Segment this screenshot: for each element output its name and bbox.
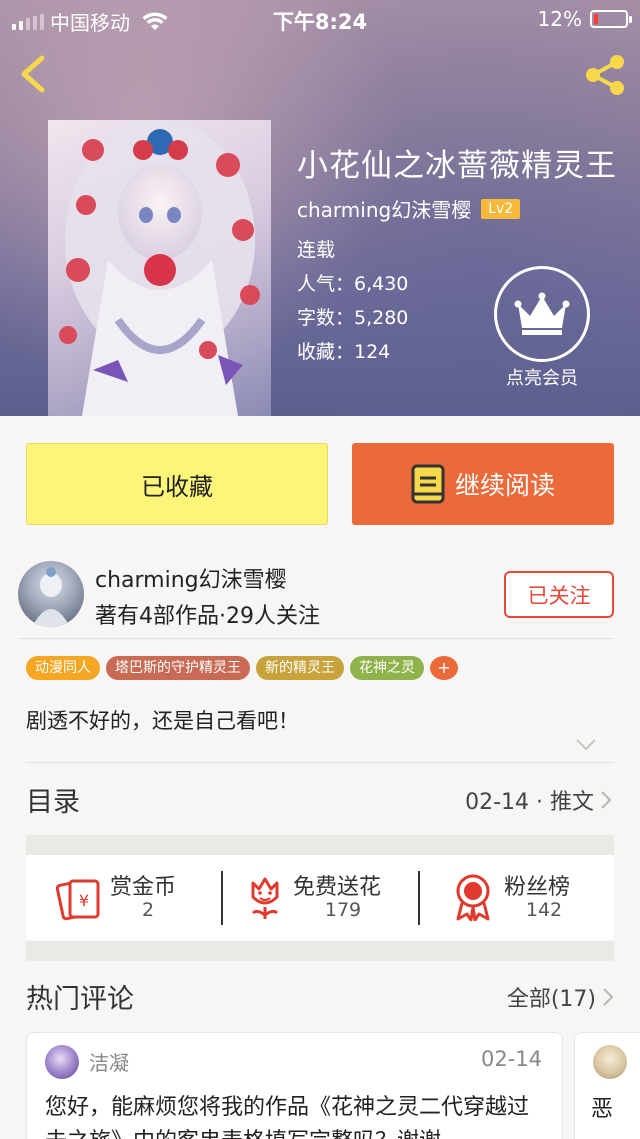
comment-card[interactable]: 洁凝 02-14 您好，能麻烦您将我的作品《花神之灵二代穿越过去之旅》中的客串表… bbox=[26, 1032, 563, 1139]
share-icon[interactable] bbox=[582, 52, 628, 98]
continue-reading-button[interactable]: 继续阅读 bbox=[352, 443, 614, 525]
section-separator bbox=[26, 941, 614, 961]
cover-illustration bbox=[59, 120, 260, 416]
chevron-right-icon bbox=[603, 988, 614, 1006]
add-tag-button[interactable]: + bbox=[430, 656, 458, 680]
tag-item[interactable]: 塔巴斯的守护精灵王 bbox=[106, 656, 250, 680]
author-name[interactable]: charming幻沫雪樱 bbox=[95, 562, 287, 594]
tag-list: 动漫同人 塔巴斯的守护精灵王 新的精灵王 花神之灵 + bbox=[26, 656, 458, 680]
book-header: 中国移动 下午8:24 12% 小花仙之冰蔷薇精灵王 charming幻沫雪樱 … bbox=[0, 0, 640, 416]
battery-icon bbox=[590, 10, 632, 28]
collected-label: 已收藏 bbox=[141, 472, 213, 501]
all-comments-link[interactable]: 全部(17) bbox=[507, 981, 614, 1013]
follow-button[interactable]: 已关注 bbox=[504, 571, 614, 618]
book-icon bbox=[411, 464, 445, 504]
status-bar: 中国移动 下午8:24 12% bbox=[0, 0, 640, 36]
catalog-latest: 02-14 · 推文 bbox=[465, 790, 594, 815]
commenter-avatar[interactable] bbox=[45, 1045, 79, 1079]
battery-percent: 12% bbox=[537, 7, 582, 31]
reward-coins-label: 赏金币 bbox=[110, 875, 177, 900]
reward-coins-value: 2 bbox=[141, 899, 155, 921]
book-author-line: charming幻沫雪樱 Lv2 bbox=[297, 194, 521, 223]
section-separator bbox=[26, 835, 614, 855]
tag-item[interactable]: 新的精灵王 bbox=[256, 656, 344, 680]
send-flower-value: 179 bbox=[324, 899, 362, 921]
collected-button[interactable]: 已收藏 bbox=[26, 443, 328, 525]
vip-button[interactable]: 点亮会员 bbox=[492, 266, 592, 390]
chevron-down-icon[interactable] bbox=[575, 738, 597, 752]
commenter-avatar[interactable] bbox=[593, 1045, 627, 1079]
chevron-right-icon bbox=[601, 791, 612, 809]
comment-card[interactable]: 恶 bbox=[574, 1032, 640, 1139]
follow-label: 已关注 bbox=[527, 583, 591, 608]
crown-icon bbox=[494, 266, 590, 362]
tag-item[interactable]: 动漫同人 bbox=[26, 656, 100, 680]
tag-item[interactable]: 花神之灵 bbox=[350, 656, 424, 680]
all-comments-label: 全部(17) bbox=[506, 987, 596, 1012]
collections-stat: 收藏：124 bbox=[297, 341, 391, 363]
divider bbox=[26, 762, 614, 763]
send-flower-button[interactable]: 免费送花 179 bbox=[223, 855, 418, 940]
author-avatar[interactable] bbox=[18, 561, 84, 627]
back-icon[interactable] bbox=[14, 52, 54, 96]
fan-ranking-value: 142 bbox=[525, 899, 563, 921]
flower-icon bbox=[251, 877, 279, 919]
vip-label: 点亮会员 bbox=[506, 368, 578, 389]
comment-date: 02-14 bbox=[480, 1047, 542, 1071]
book-intro: 剧透不好的，还是自己看吧！ bbox=[26, 709, 299, 733]
book-title: 小花仙之冰蔷薇精灵王 bbox=[297, 148, 617, 184]
author-stats: 著有4部作品·29人关注 bbox=[95, 604, 320, 629]
status-right: 12% bbox=[537, 7, 632, 31]
reward-coins-button[interactable]: ¥ 赏金币 2 bbox=[26, 855, 221, 940]
fan-ranking-label: 粉丝榜 bbox=[504, 875, 571, 900]
medal-icon bbox=[456, 874, 490, 921]
fan-ranking-button[interactable]: 粉丝榜 142 bbox=[420, 855, 614, 940]
svg-text:¥: ¥ bbox=[79, 891, 89, 910]
comment-text: 恶 bbox=[591, 1097, 614, 1122]
catalog-title: 目录 bbox=[26, 787, 80, 818]
catalog-row[interactable]: 目录 02-14 · 推文 bbox=[26, 770, 614, 828]
battery-level bbox=[594, 14, 598, 24]
serial-status: 连载 bbox=[297, 239, 336, 261]
send-flower-label: 免费送花 bbox=[293, 875, 382, 900]
hot-comments-title: 热门评论 bbox=[26, 984, 134, 1015]
level-badge: Lv2 bbox=[481, 198, 521, 219]
red-envelope-icon: ¥ bbox=[56, 879, 100, 921]
support-stats: ¥ 赏金币 2 免费送花 179 粉丝榜 142 bbox=[26, 855, 614, 940]
popularity-stat: 人气：6,430 bbox=[297, 273, 409, 295]
commenter-name[interactable]: 洁凝 bbox=[89, 1047, 129, 1076]
continue-reading-label: 继续阅读 bbox=[454, 471, 555, 500]
book-author[interactable]: charming幻沫雪樱 bbox=[297, 194, 471, 223]
word-count-stat: 字数：5,280 bbox=[297, 307, 409, 329]
book-cover[interactable] bbox=[48, 120, 271, 416]
comment-text: 您好，能麻烦您将我的作品《花神之灵二代穿越过去之旅》中的客串表格填写完整吗？谢谢 bbox=[45, 1095, 530, 1139]
divider bbox=[18, 638, 614, 639]
